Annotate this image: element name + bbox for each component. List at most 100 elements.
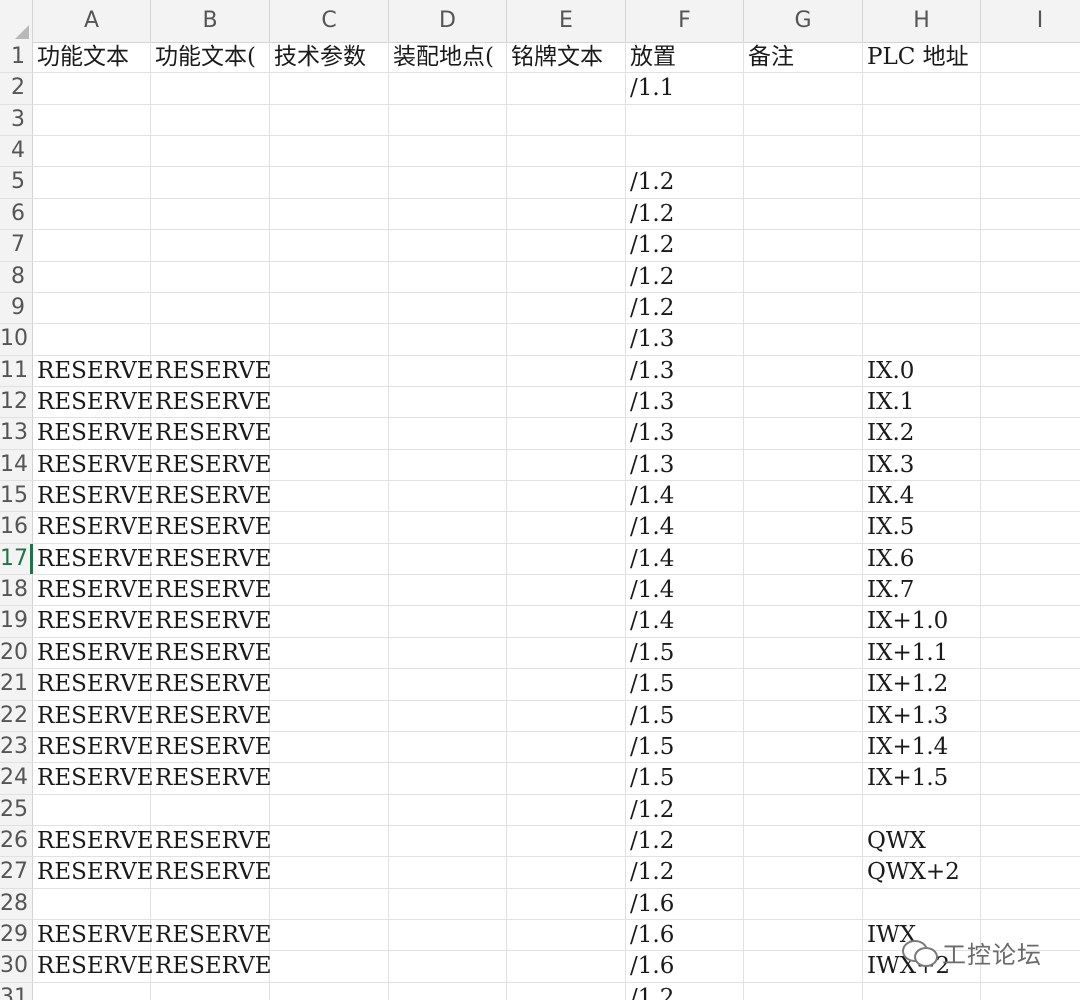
cell-d[interactable] bbox=[389, 355, 507, 386]
cell-d[interactable] bbox=[389, 888, 507, 920]
cell-h[interactable] bbox=[863, 261, 981, 292]
cell-d[interactable] bbox=[389, 606, 507, 637]
cell-c[interactable] bbox=[270, 920, 389, 951]
cell-e[interactable] bbox=[507, 261, 626, 292]
cell-b[interactable] bbox=[151, 292, 270, 324]
cell-b[interactable] bbox=[151, 136, 270, 167]
row-header[interactable]: 30 bbox=[0, 951, 33, 982]
cell-b[interactable]: RESERVE bbox=[151, 512, 272, 543]
cell-c[interactable] bbox=[270, 418, 389, 449]
row-header[interactable]: 9 bbox=[0, 292, 33, 324]
row-header[interactable]: 7 bbox=[0, 230, 33, 261]
cell-e[interactable] bbox=[507, 73, 626, 104]
cell-a[interactable]: RESERVE bbox=[33, 951, 154, 982]
cell-a[interactable] bbox=[33, 230, 151, 261]
cell-i[interactable] bbox=[981, 638, 1080, 668]
cell-h[interactable] bbox=[863, 292, 981, 324]
cell-a[interactable] bbox=[33, 292, 151, 324]
cell-f[interactable]: /1.6 bbox=[626, 951, 744, 982]
row-header[interactable]: 6 bbox=[0, 198, 33, 230]
cell-i[interactable] bbox=[981, 544, 1080, 574]
cell-h[interactable]: IX.6 bbox=[863, 543, 981, 575]
cell-f[interactable]: /1.3 bbox=[626, 324, 744, 355]
cell-h[interactable] bbox=[863, 794, 981, 825]
cell-d[interactable] bbox=[389, 794, 507, 825]
cell-a[interactable] bbox=[33, 982, 151, 1000]
cell-g[interactable] bbox=[744, 418, 863, 449]
cell-d[interactable] bbox=[389, 731, 507, 763]
cell-e[interactable] bbox=[507, 826, 626, 857]
cell-b[interactable]: RESERVE bbox=[151, 575, 272, 606]
cell-d[interactable] bbox=[389, 951, 507, 982]
cell-i[interactable] bbox=[981, 512, 1080, 542]
cell-g[interactable] bbox=[744, 857, 863, 888]
cell-g[interactable] bbox=[744, 386, 863, 418]
cell-c[interactable]: 技术参数 bbox=[270, 42, 389, 73]
row-header[interactable]: 25 bbox=[0, 794, 33, 825]
cell-d[interactable] bbox=[389, 637, 507, 669]
column-header-e[interactable]: E bbox=[507, 0, 626, 42]
cell-a[interactable] bbox=[33, 324, 151, 355]
cell-a[interactable]: RESERVE bbox=[33, 575, 154, 606]
cell-c[interactable] bbox=[270, 481, 389, 512]
cell-h[interactable]: IX+1.2 bbox=[863, 669, 981, 700]
cell-e[interactable] bbox=[507, 418, 626, 449]
cell-c[interactable] bbox=[270, 355, 389, 386]
cell-g[interactable] bbox=[744, 324, 863, 355]
cell-c[interactable] bbox=[270, 857, 389, 888]
row-header[interactable]: 8 bbox=[0, 261, 33, 292]
cell-f[interactable]: /1.2 bbox=[626, 982, 744, 1000]
cell-f[interactable]: /1.4 bbox=[626, 575, 744, 606]
cell-c[interactable] bbox=[270, 167, 389, 198]
cell-b[interactable] bbox=[151, 230, 270, 261]
cell-i[interactable] bbox=[981, 575, 1080, 605]
cell-d[interactable] bbox=[389, 198, 507, 230]
cell-g[interactable] bbox=[744, 481, 863, 512]
cell-e[interactable] bbox=[507, 763, 626, 794]
cell-a[interactable]: RESERVE bbox=[33, 386, 154, 418]
cell-f[interactable]: /1.2 bbox=[626, 198, 744, 230]
cell-e[interactable] bbox=[507, 982, 626, 1000]
column-header-a[interactable]: A bbox=[33, 0, 151, 42]
row-header[interactable]: 19 bbox=[0, 606, 33, 637]
column-header-i[interactable]: I bbox=[981, 0, 1080, 42]
cell-f[interactable]: /1.1 bbox=[626, 73, 744, 104]
cell-a[interactable]: 功能文本 bbox=[33, 42, 151, 73]
cell-d[interactable] bbox=[389, 575, 507, 606]
cell-g[interactable] bbox=[744, 794, 863, 825]
cell-c[interactable] bbox=[270, 606, 389, 637]
row-header[interactable]: 3 bbox=[0, 104, 33, 136]
cell-h[interactable] bbox=[863, 888, 981, 920]
cell-f[interactable]: /1.3 bbox=[626, 386, 744, 418]
cell-i[interactable] bbox=[981, 418, 1080, 448]
cell-a[interactable] bbox=[33, 104, 151, 136]
cell-h[interactable] bbox=[863, 104, 981, 136]
cell-f[interactable]: /1.4 bbox=[626, 543, 744, 575]
cell-c[interactable] bbox=[270, 826, 389, 857]
cell-i[interactable] bbox=[981, 356, 1080, 386]
cell-h[interactable] bbox=[863, 73, 981, 104]
row-header[interactable]: 13 bbox=[0, 418, 33, 449]
cell-d[interactable] bbox=[389, 136, 507, 167]
cell-f[interactable]: /1.6 bbox=[626, 888, 744, 920]
cell-h[interactable]: IX+1.4 bbox=[863, 731, 981, 763]
cell-b[interactable]: RESERVE bbox=[151, 543, 272, 575]
cell-e[interactable] bbox=[507, 198, 626, 230]
column-header-f[interactable]: F bbox=[626, 0, 744, 42]
cell-a[interactable]: RESERVE bbox=[33, 731, 154, 763]
cell-b[interactable]: RESERVE bbox=[151, 355, 272, 386]
cell-h[interactable] bbox=[863, 167, 981, 198]
row-header[interactable]: 1 bbox=[0, 42, 33, 73]
cell-b[interactable]: RESERVE bbox=[151, 920, 272, 951]
row-header[interactable]: 17 bbox=[0, 543, 33, 575]
cell-f[interactable]: /1.6 bbox=[626, 920, 744, 951]
cell-b[interactable]: RESERVE bbox=[151, 418, 272, 449]
cell-i[interactable] bbox=[981, 826, 1080, 856]
cell-e[interactable] bbox=[507, 857, 626, 888]
cell-c[interactable] bbox=[270, 951, 389, 982]
cell-f[interactable]: /1.3 bbox=[626, 418, 744, 449]
cell-c[interactable] bbox=[270, 669, 389, 700]
cell-e[interactable] bbox=[507, 700, 626, 731]
cell-g[interactable] bbox=[744, 136, 863, 167]
cell-i[interactable] bbox=[981, 42, 1080, 72]
